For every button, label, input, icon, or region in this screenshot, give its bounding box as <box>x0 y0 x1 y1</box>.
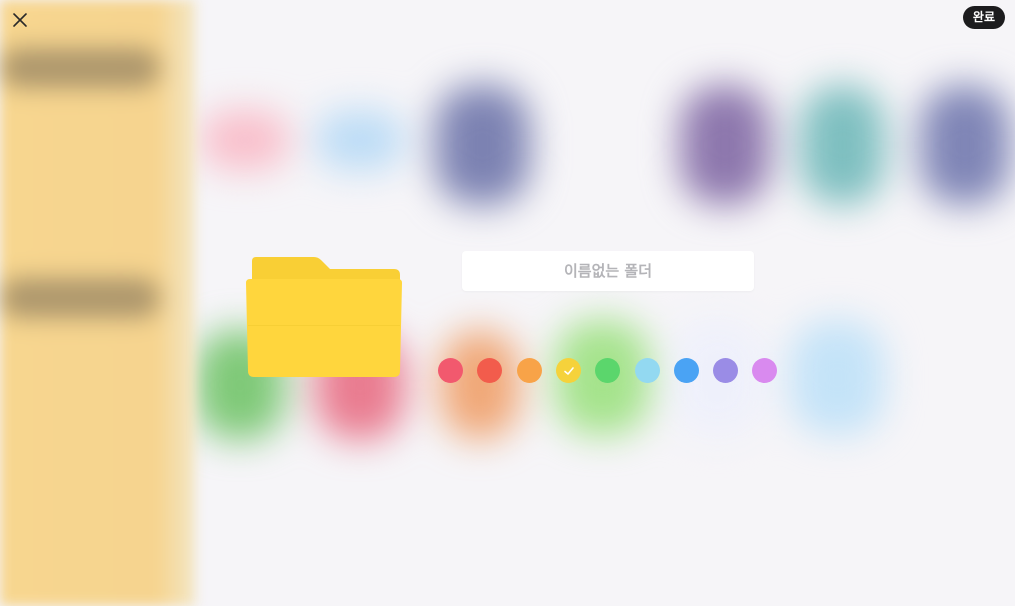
color-swatch-green[interactable] <box>595 358 620 383</box>
color-swatch-yellow[interactable] <box>556 358 581 383</box>
checkmark-icon <box>563 366 574 375</box>
close-icon <box>13 13 27 27</box>
color-swatch-light-blue[interactable] <box>635 358 660 383</box>
done-button[interactable]: 완료 <box>962 6 1005 29</box>
color-swatch-purple[interactable] <box>713 358 738 383</box>
folder-name-input[interactable] <box>462 251 754 291</box>
color-swatch-blue[interactable] <box>674 358 699 383</box>
color-swatch-orange[interactable] <box>517 358 542 383</box>
color-swatch-pink-red[interactable] <box>438 358 463 383</box>
color-swatch-violet[interactable] <box>752 358 777 383</box>
folder-icon <box>244 255 404 379</box>
folder-name-field[interactable] <box>462 251 754 291</box>
close-button[interactable] <box>8 8 32 32</box>
color-swatch-red[interactable] <box>477 358 502 383</box>
blurred-sidebar <box>0 0 195 606</box>
folder-editor-screen: 완료 <box>0 0 1015 606</box>
